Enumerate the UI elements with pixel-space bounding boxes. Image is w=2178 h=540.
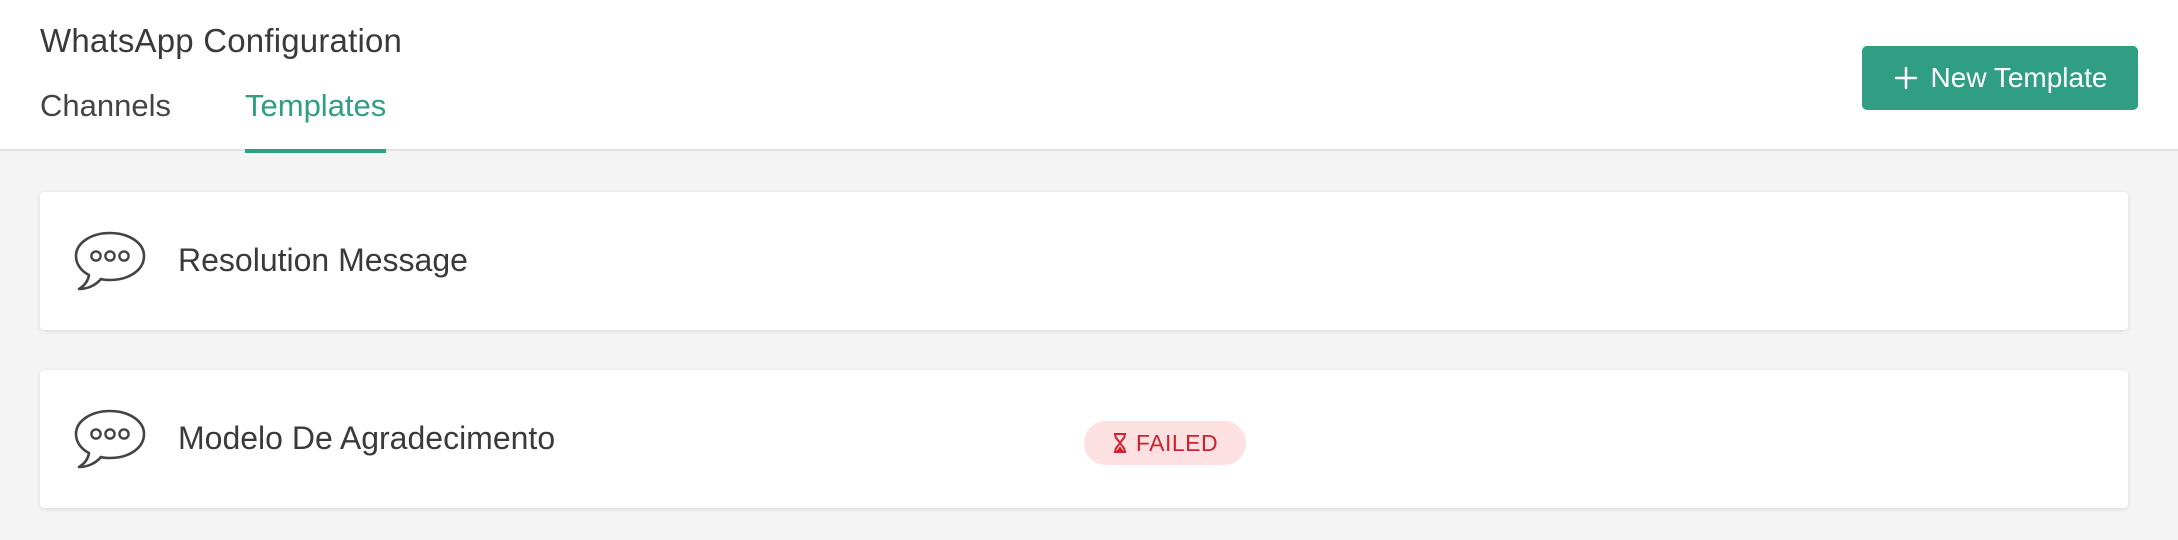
new-template-button[interactable]: New Template (1862, 46, 2138, 110)
tab-templates[interactable]: Templates (245, 88, 387, 153)
new-template-label: New Template (1930, 62, 2108, 93)
hourglass-icon (1113, 433, 1126, 453)
template-card[interactable]: Modelo De Agradecimento FAILED (40, 370, 2128, 508)
status-label: FAILED (1135, 429, 1219, 456)
template-name: Modelo De Agradecimento (178, 420, 556, 456)
status-badge: FAILED (1084, 421, 1246, 465)
tab-channels[interactable]: Channels (40, 88, 171, 151)
chat-bubble-icon (74, 231, 146, 291)
chat-bubble-icon (74, 409, 146, 469)
template-name: Resolution Message (178, 242, 468, 278)
page-header: WhatsApp Configuration Channels Template… (0, 0, 2178, 153)
plus-icon (1894, 66, 1917, 90)
template-card[interactable]: Resolution Message (40, 192, 2128, 330)
page-title: WhatsApp Configuration (40, 22, 403, 59)
